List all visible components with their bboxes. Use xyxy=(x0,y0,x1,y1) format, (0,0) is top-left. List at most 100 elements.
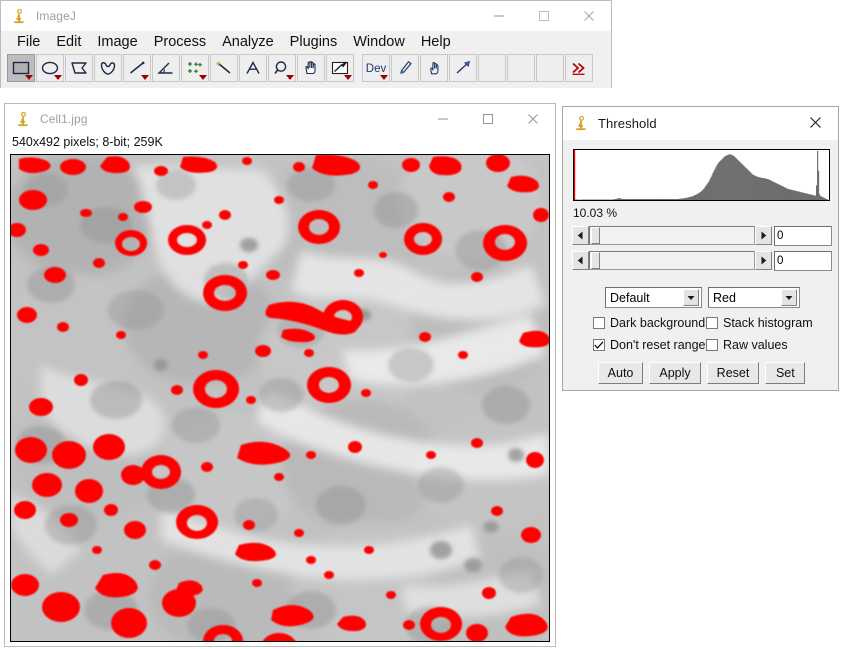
more-tools-button[interactable] xyxy=(565,54,593,82)
imagej-maximize-button[interactable] xyxy=(521,1,566,31)
raw-values-label: Raw values xyxy=(723,338,788,352)
image-window-titlebar[interactable]: Cell1.jpg xyxy=(5,104,555,134)
microscope-icon xyxy=(11,8,27,24)
chevron-down-icon[interactable] xyxy=(781,289,797,306)
menu-plugins[interactable]: Plugins xyxy=(282,31,346,53)
raw-values-checkbox[interactable]: Raw values xyxy=(706,338,788,352)
dropper-tool-dropdown-icon[interactable] xyxy=(344,75,352,80)
empty-slot-3[interactable] xyxy=(536,54,564,82)
threshold-color-value: Red xyxy=(713,290,736,305)
imagej-title: ImageJ xyxy=(36,9,76,23)
image-canvas[interactable] xyxy=(10,154,550,642)
stack-histogram-checkbox[interactable]: Stack histogram xyxy=(706,316,813,330)
point-tool-dropdown-icon[interactable] xyxy=(199,75,207,80)
threshold-percent-label: 10.03 % xyxy=(573,206,618,220)
wand-tool[interactable] xyxy=(210,54,238,82)
flood-fill-tool[interactable] xyxy=(420,54,448,82)
menu-analyze[interactable]: Analyze xyxy=(214,31,282,53)
set-button[interactable]: Set xyxy=(765,362,806,384)
empty-slot-1[interactable] xyxy=(478,54,506,82)
line-tool-dropdown-icon[interactable] xyxy=(141,75,149,80)
lower-slider-track[interactable] xyxy=(589,226,755,245)
menu-image[interactable]: Image xyxy=(89,31,145,53)
dark-background-checkbox-box[interactable] xyxy=(593,317,605,329)
image-window-controls xyxy=(420,104,555,134)
chevron-down-icon[interactable] xyxy=(683,289,699,306)
imagej-window-controls xyxy=(476,1,611,31)
imagej-menubar: File Edit Image Process Analyze Plugins … xyxy=(1,31,611,53)
upper-slider-right-arrow-icon[interactable] xyxy=(755,251,772,270)
image-window: Cell1.jpg 540x492 pixels; 8-bit; 259K xyxy=(4,103,556,647)
image-window-title: Cell1.jpg xyxy=(40,112,88,126)
threshold-dialog: Threshold 10.03 % 0 0 Default Red Dark b… xyxy=(562,106,839,391)
lower-slider-left-arrow-icon[interactable] xyxy=(572,226,589,245)
angle-tool[interactable] xyxy=(152,54,180,82)
imagej-main-window: ImageJ File Edit Image Process Analyze P… xyxy=(0,0,612,88)
histogram-svg xyxy=(574,150,829,200)
upper-slider-track[interactable] xyxy=(589,251,755,270)
threshold-color-select[interactable]: Red xyxy=(708,287,800,308)
hand-tool[interactable] xyxy=(297,54,325,82)
menu-edit[interactable]: Edit xyxy=(48,31,89,53)
threshold-method-value: Default xyxy=(610,290,650,305)
threshold-close-button[interactable] xyxy=(793,107,838,137)
stack-histogram-checkbox-box[interactable] xyxy=(706,317,718,329)
magnifier-tool-dropdown-icon[interactable] xyxy=(286,75,294,80)
oval-tool[interactable] xyxy=(36,54,64,82)
threshold-window-controls xyxy=(793,107,838,137)
apply-button[interactable]: Apply xyxy=(649,362,701,384)
microscope-icon xyxy=(15,111,31,127)
polygon-tool[interactable] xyxy=(65,54,93,82)
line-tool[interactable] xyxy=(123,54,151,82)
image-maximize-button[interactable] xyxy=(465,104,510,134)
microscope-icon xyxy=(573,116,589,132)
dev-tool[interactable]: Dev xyxy=(362,54,390,82)
image-info-label: 540x492 pixels; 8-bit; 259K xyxy=(5,134,555,153)
threshold-button-row: Auto Apply Reset Set xyxy=(563,362,840,384)
auto-button[interactable]: Auto xyxy=(597,362,644,384)
arrow-tool[interactable] xyxy=(449,54,477,82)
rectangle-tool[interactable] xyxy=(7,54,35,82)
dont-reset-range-label: Don't reset range xyxy=(610,338,706,352)
oval-tool-dropdown-icon[interactable] xyxy=(54,75,62,80)
imagej-close-button[interactable] xyxy=(566,1,611,31)
threshold-title: Threshold xyxy=(598,116,657,131)
image-minimize-button[interactable] xyxy=(420,104,465,134)
brush-tool[interactable] xyxy=(391,54,419,82)
upper-slider-thumb[interactable] xyxy=(591,252,600,269)
threshold-histogram[interactable] xyxy=(573,149,830,201)
point-tool[interactable] xyxy=(181,54,209,82)
dont-reset-range-checkbox[interactable]: Don't reset range xyxy=(593,338,706,352)
threshold-method-select[interactable]: Default xyxy=(605,287,702,308)
menu-file[interactable]: File xyxy=(9,31,48,53)
lower-slider-right-arrow-icon[interactable] xyxy=(755,226,772,245)
dark-background-checkbox[interactable]: Dark background xyxy=(593,316,705,330)
menu-window[interactable]: Window xyxy=(345,31,413,53)
upper-threshold-value[interactable]: 0 xyxy=(774,251,832,271)
reset-button[interactable]: Reset xyxy=(706,362,760,384)
upper-slider-left-arrow-icon[interactable] xyxy=(572,251,589,270)
checkmark-icon xyxy=(594,340,604,349)
imagej-titlebar[interactable]: ImageJ xyxy=(1,1,611,31)
image-close-button[interactable] xyxy=(510,104,555,134)
dropper-tool[interactable] xyxy=(326,54,354,82)
dont-reset-range-checkbox-box[interactable] xyxy=(593,339,605,351)
imagej-minimize-button[interactable] xyxy=(476,1,521,31)
menu-help[interactable]: Help xyxy=(413,31,459,53)
text-tool[interactable] xyxy=(239,54,267,82)
rectangle-tool-dropdown-icon[interactable] xyxy=(25,75,33,80)
threshold-titlebar[interactable]: Threshold xyxy=(563,107,838,140)
lower-threshold-slider[interactable]: 0 xyxy=(572,226,832,246)
cell-image-svg xyxy=(11,155,549,641)
dev-tool-dropdown-icon[interactable] xyxy=(380,75,388,80)
raw-values-checkbox-box[interactable] xyxy=(706,339,718,351)
menu-process[interactable]: Process xyxy=(146,31,214,53)
magnifier-tool[interactable] xyxy=(268,54,296,82)
freehand-tool[interactable] xyxy=(94,54,122,82)
stack-histogram-label: Stack histogram xyxy=(723,316,813,330)
lower-threshold-value[interactable]: 0 xyxy=(774,226,832,246)
upper-threshold-slider[interactable]: 0 xyxy=(572,251,832,271)
empty-slot-2[interactable] xyxy=(507,54,535,82)
lower-slider-thumb[interactable] xyxy=(591,227,600,244)
svg-text:Dev: Dev xyxy=(366,63,387,75)
